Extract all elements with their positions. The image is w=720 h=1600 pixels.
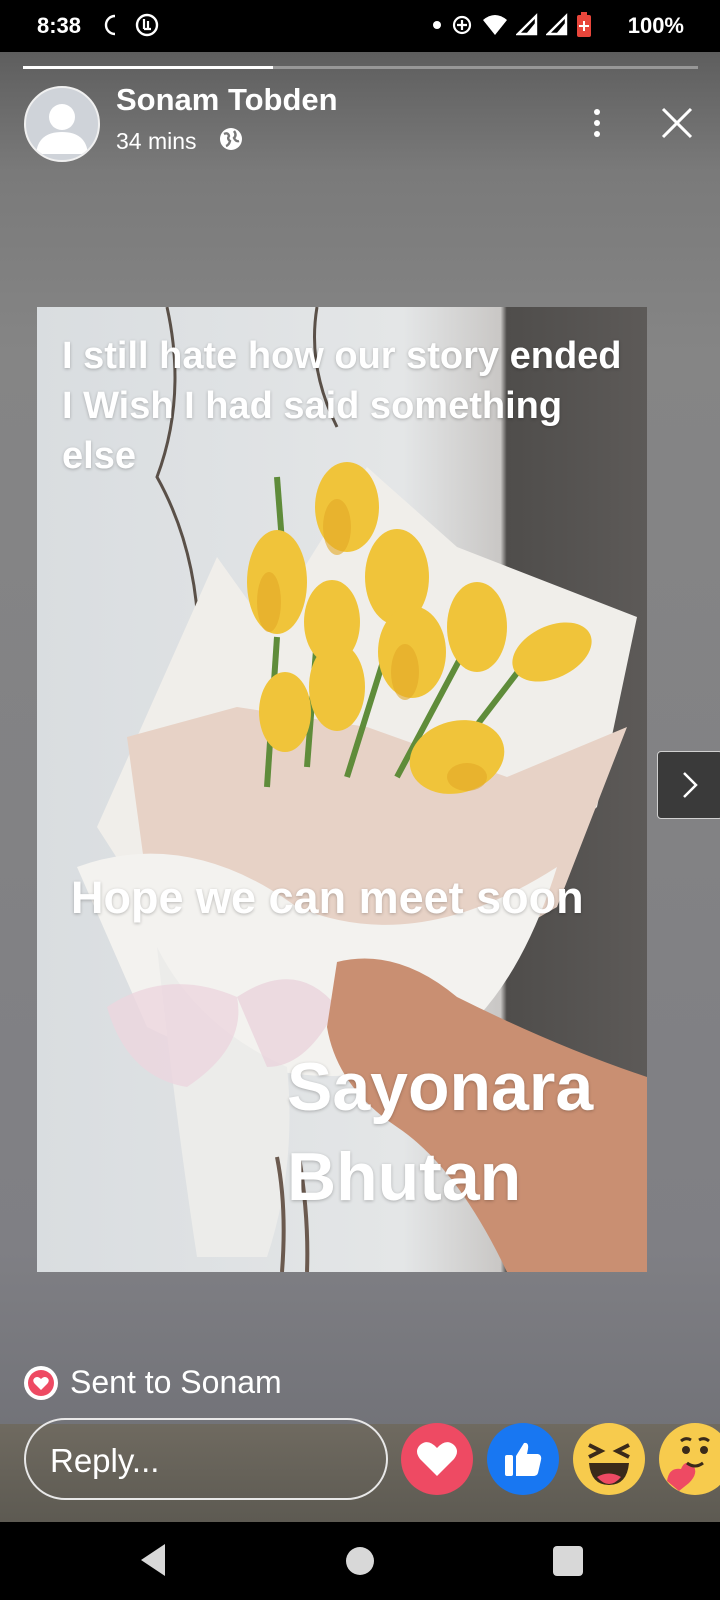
default-avatar-icon <box>36 104 88 154</box>
heart-icon <box>417 1442 457 1476</box>
laughing-face-icon <box>588 1443 630 1485</box>
reply-placeholder: Reply... <box>50 1442 160 1479</box>
post-time: 34 mins <box>116 128 197 154</box>
story-image: I still hate how our story ended I Wish … <box>37 307 647 1272</box>
avatar[interactable] <box>24 86 100 162</box>
data-saver-icon <box>135 13 159 37</box>
reply-input[interactable]: Reply... <box>24 1418 388 1500</box>
status-bar: 8:38 100% <box>0 0 720 52</box>
back-icon[interactable] <box>137 1542 169 1578</box>
haha-reaction-button[interactable] <box>573 1423 645 1495</box>
moon-icon <box>104 14 116 36</box>
battery-percent: 100% <box>627 13 684 38</box>
author-name[interactable]: Sonam Tobden <box>116 82 338 118</box>
more-options-icon[interactable] <box>592 108 602 138</box>
sent-confirmation: Sent to Sonam <box>24 1364 282 1401</box>
sent-heart-badge <box>24 1365 58 1400</box>
like-reaction-button[interactable] <box>487 1423 559 1495</box>
wifi-icon <box>483 15 507 35</box>
thumbs-up-icon <box>505 1442 542 1476</box>
signal-icon <box>516 13 538 36</box>
story-text-line-2: Hope we can meet soon <box>71 872 584 923</box>
close-icon[interactable] <box>660 106 694 140</box>
story-text-line-3: Sayonara Bhutan <box>287 1049 594 1215</box>
navigation-bar <box>0 1522 720 1600</box>
sent-label: Sent to Sonam <box>70 1364 282 1400</box>
story-text-line-1: I still hate how our story ended I Wish … <box>62 335 622 477</box>
signal-icon <box>546 13 568 36</box>
recents-icon[interactable] <box>553 1546 583 1576</box>
sync-icon <box>452 15 472 35</box>
dot-icon <box>433 21 441 29</box>
story-progress-bar <box>23 66 698 69</box>
care-reaction-button[interactable] <box>659 1423 720 1495</box>
hug-face-icon <box>667 1437 710 1491</box>
status-left-icons <box>100 12 160 38</box>
chevron-right-icon <box>683 772 698 798</box>
home-icon[interactable] <box>346 1547 374 1575</box>
battery-icon <box>577 12 591 37</box>
globe-icon <box>220 128 242 150</box>
heart-icon <box>28 1369 54 1396</box>
next-story-button[interactable] <box>657 751 720 819</box>
love-reaction-button[interactable] <box>401 1423 473 1495</box>
status-time: 8:38 <box>37 13 82 38</box>
story-progress-fill <box>23 66 273 69</box>
